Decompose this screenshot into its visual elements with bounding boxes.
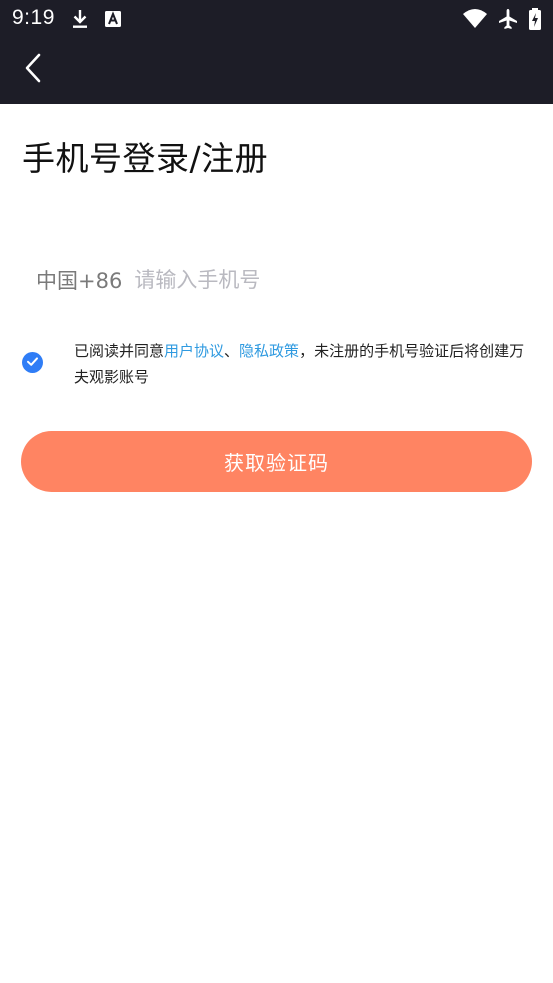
airplane-mode-icon [496,7,520,31]
get-verification-code-button[interactable]: 获取验证码 [21,431,532,492]
phone-input-row: 中国+86 [36,262,516,298]
agreement-checkbox[interactable] [22,352,43,373]
status-bar: 9:19 [0,0,553,38]
app-bar [0,38,553,104]
phone-number-input[interactable] [134,268,465,292]
agreement-text: 已阅读并同意用户协议、隐私政策，未注册的手机号验证后将创建万夫观影账号 [74,338,536,390]
user-agreement-link[interactable]: 用户协议 [164,342,224,360]
a11y-a-icon [102,7,126,31]
check-icon [26,353,39,372]
country-code-selector[interactable]: 中国+86 [36,265,122,295]
wifi-icon [462,7,487,31]
privacy-policy-link[interactable]: 隐私政策 [239,342,299,360]
chevron-left-icon [23,52,45,88]
page-title: 手机号登录/注册 [22,139,269,178]
agreement-prefix: 已阅读并同意 [74,342,165,360]
back-button[interactable] [14,50,54,90]
agreement-separator: 、 [224,342,240,360]
battery-charging-icon [527,7,551,31]
status-time: 9:19 [12,6,55,29]
download-icon [68,7,92,31]
